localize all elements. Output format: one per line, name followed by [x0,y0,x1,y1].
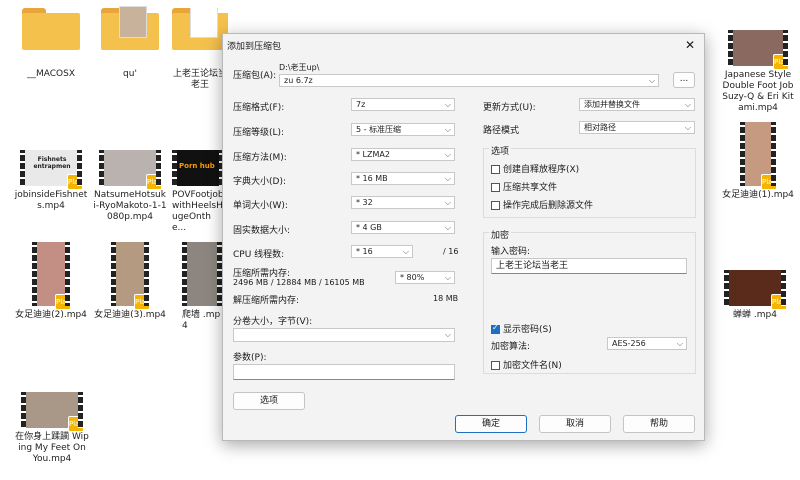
enc-method-combo[interactable]: AES-256 ⌵ [607,337,687,350]
desktop-video-nuzu-1[interactable]: Player 女足迪迪(1).mp4 [722,122,794,201]
folder-icon [172,8,228,50]
player-badge-icon: Player [771,294,794,310]
desktop-video-nuzu-2[interactable]: Player 女足迪迪(2).mp4 [14,242,88,321]
video-thumbnail: Player [740,122,784,190]
desktop-video-paqiang[interactable]: 爬墙 .mp4 [182,242,222,332]
player-badge-icon: Player [67,174,90,190]
shared-files-checkbox[interactable]: 压缩共享文件 [491,180,557,193]
cancel-button[interactable]: 取消 [539,415,611,433]
video-thumbnail: Fishnets entrapmen Player [20,150,90,190]
sfx-checkbox[interactable]: 创建自释放程序(X) [491,162,579,175]
archive-path: D:\老王up\ [279,63,320,72]
enc-method-label: 加密算法: [491,342,531,352]
help-button[interactable]: 帮助 [623,415,695,433]
ok-button[interactable]: 确定 [455,415,527,433]
threads-label: CPU 线程数: [233,250,285,260]
desktop-video-japanese-style[interactable]: Player Japanese Style Double Foot Job Su… [722,30,796,114]
password-label: 输入密码: [491,247,531,257]
update-label: 更新方式(U): [483,103,536,113]
player-badge-icon: Player [773,54,796,70]
archive-label: 压缩包(A): [233,71,277,81]
delete-after-checkbox[interactable]: 操作完成后删除源文件 [491,198,593,211]
word-combo[interactable]: * 32 ⌵ [351,196,455,209]
threads-total: / 16 [443,247,459,256]
chevron-down-icon: ⌵ [444,125,451,134]
dialog-title: 添加到压缩包 [227,42,282,52]
params-label: 参数(P): [233,353,267,363]
path-mode-combo[interactable]: 相对路径 ⌵ [579,121,695,134]
player-badge-icon: Player [55,294,78,310]
mem-percent-combo[interactable]: * 80% ⌵ [395,271,455,284]
chevron-down-icon: ⌵ [684,123,691,132]
dialog-titlebar[interactable]: 添加到压缩包 ✕ [223,34,704,56]
threads-combo[interactable]: * 16 ⌵ [351,245,413,258]
chevron-down-icon: ⌵ [444,223,451,232]
folder-icon [22,8,80,50]
chevron-down-icon: ⌵ [444,174,451,183]
video-thumbnail: Porn hub [172,150,224,186]
desktop-video-pov[interactable]: Porn hub POVFootjobwithHeelsHugeOnthe... [172,150,224,234]
video-thumbnail: Player [724,270,794,310]
desktop-folder-laowang[interactable]: 上老王论坛当老王 [172,8,228,91]
close-icon[interactable]: ✕ [682,37,698,53]
show-password-checkbox[interactable]: 显示密码(S) [491,322,552,335]
desktop-folder-qu[interactable]: qu' [93,6,167,80]
add-to-archive-dialog: 添加到压缩包 ✕ 压缩包(A): D:\老王up\ zu 6.7z ⌵ ... … [222,33,705,441]
options-group-title: 选项 [489,144,512,157]
chevron-down-icon: ⌵ [402,247,409,256]
options-button[interactable]: 选项 [233,392,305,410]
update-combo[interactable]: 添加并替换文件 ⌵ [579,98,695,111]
chevron-down-icon: ⌵ [444,198,451,207]
mem-comp-value: 2496 MB / 12884 MB / 16105 MB [233,278,365,287]
level-combo[interactable]: 5 - 标准压缩 ⌵ [351,123,455,136]
word-label: 单词大小(W): [233,201,288,211]
dict-label: 字典大小(D): [233,177,286,187]
mem-decomp-value: 18 MB [433,294,459,303]
solid-combo[interactable]: * 4 GB ⌵ [351,221,455,234]
desktop-folder-macosx[interactable]: __MACOSX [14,8,88,80]
chevron-down-icon: ⌵ [676,339,683,348]
player-badge-icon: Player [68,416,91,432]
params-input[interactable] [233,364,455,380]
folder-icon [101,6,159,50]
split-label: 分卷大小，字节(V): [233,317,313,327]
desktop-video-chanchan[interactable]: Player 蝉蝉 .mp4 [718,270,794,321]
chevron-down-icon: ⌵ [444,330,451,339]
desktop-video-fishnets[interactable]: Fishnets entrapmen Player jobinsideFishn… [14,150,90,212]
video-thumbnail: Player [99,150,169,190]
archive-name-combo[interactable]: zu 6.7z ⌵ [279,74,659,87]
chevron-down-icon: ⌵ [444,100,451,109]
video-thumbnail: Player [21,392,91,432]
path-mode-label: 路径模式 [483,126,520,136]
chevron-down-icon: ⌵ [648,76,655,85]
chevron-down-icon: ⌵ [444,150,451,159]
method-label: 压缩方法(M): [233,153,287,163]
dict-combo[interactable]: * 16 MB ⌵ [351,172,455,185]
chevron-down-icon: ⌵ [684,100,691,109]
format-label: 压缩格式(F): [233,103,285,113]
video-thumbnail: Player [32,242,78,310]
encrypt-names-checkbox[interactable]: 加密文件名(N) [491,358,562,371]
desktop-video-nuzu-3[interactable]: Player 女足迪迪(3).mp4 [93,242,167,321]
player-badge-icon: Player [146,174,169,190]
video-thumbnail: Player [111,242,157,310]
player-badge-icon: Player [134,294,157,310]
split-combo[interactable]: ⌵ [233,328,455,342]
chevron-down-icon: ⌵ [444,273,451,282]
video-thumbnail [182,242,222,306]
desktop-video-wiping[interactable]: Player 在你身上蹂躏 Wiping My Feet On You.mp4 [14,392,91,465]
browse-button[interactable]: ... [673,72,695,88]
solid-label: 固实数据大小: [233,226,291,236]
video-thumbnail: Player [728,30,796,70]
encryption-group-title: 加密 [489,228,512,241]
level-label: 压缩等级(L): [233,128,285,138]
desktop-video-natsume[interactable]: Player NatsumeHotsuki-RyoMakoto-1-1080p.… [93,150,169,223]
format-combo[interactable]: 7z ⌵ [351,98,455,111]
player-badge-icon: Player [761,174,784,190]
method-combo[interactable]: * LZMA2 ⌵ [351,148,455,161]
mem-decomp-label: 解压缩所需内存: [233,296,300,306]
password-input[interactable]: 上老王论坛当老王 [491,258,687,274]
